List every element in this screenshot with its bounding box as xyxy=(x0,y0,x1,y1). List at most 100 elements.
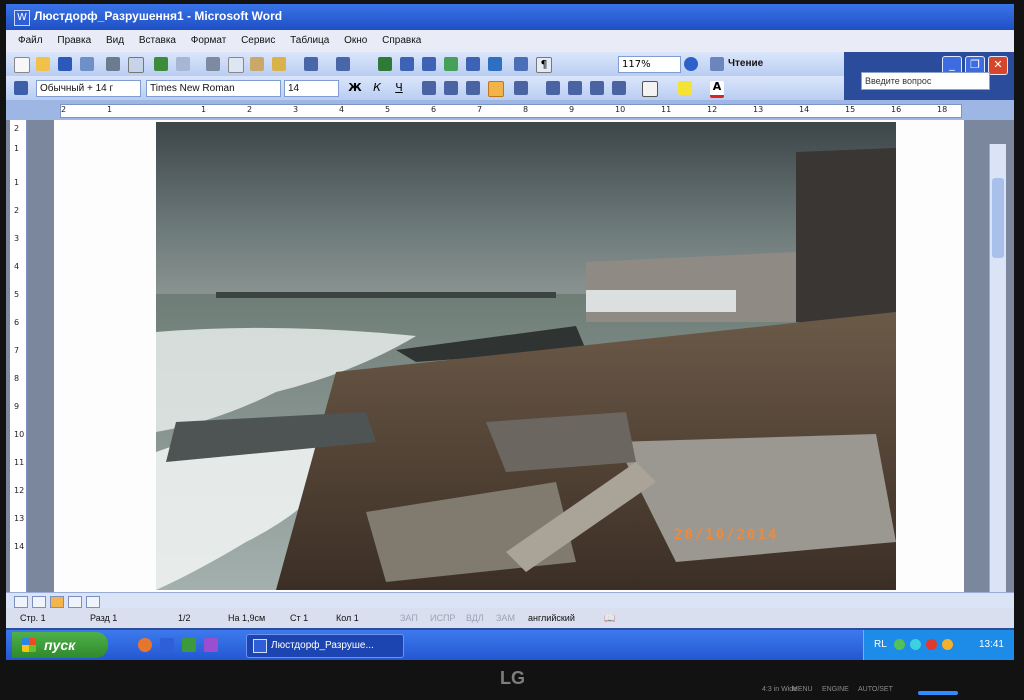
zoom-select[interactable]: 117% xyxy=(618,56,681,73)
menu-help[interactable]: Справка xyxy=(382,35,421,46)
cut-icon[interactable] xyxy=(206,57,220,71)
numbering-icon[interactable] xyxy=(546,81,560,95)
hyperlink-icon[interactable] xyxy=(378,57,392,71)
word-quicklaunch-icon[interactable] xyxy=(160,638,174,652)
font-size-select[interactable]: 14 xyxy=(284,80,339,97)
menu-insert[interactable]: Вставка xyxy=(139,35,176,46)
borders-icon[interactable] xyxy=(642,81,658,97)
bold-icon[interactable]: Ж xyxy=(348,81,362,95)
reading-view-icon[interactable] xyxy=(86,596,100,608)
ruler-number: 3 xyxy=(293,105,299,114)
columns-icon[interactable] xyxy=(466,57,480,71)
vertical-scrollbar[interactable] xyxy=(989,144,1006,592)
insert-excel-icon[interactable] xyxy=(444,57,458,71)
word-icon: W xyxy=(14,10,30,26)
volume-icon[interactable] xyxy=(910,639,921,650)
permission-icon[interactable] xyxy=(80,57,94,71)
web-layout-icon[interactable] xyxy=(32,596,46,608)
menu-format[interactable]: Формат xyxy=(191,35,227,46)
style-select[interactable]: Обычный + 14 г xyxy=(36,80,141,97)
align-right-icon[interactable] xyxy=(466,81,480,95)
menu-window[interactable]: Окно xyxy=(344,35,367,46)
spelling-icon[interactable] xyxy=(154,57,168,71)
outline-view-icon[interactable] xyxy=(68,596,82,608)
window-title: Люстдорф_Разрушення1 - Microsoft Word xyxy=(34,9,283,23)
language-indicator[interactable]: RL xyxy=(874,639,887,650)
coastal-destruction-photo xyxy=(156,122,896,590)
document-map-icon[interactable] xyxy=(514,57,528,71)
spelling-status-icon[interactable]: 📖 xyxy=(604,613,615,624)
scrollbar-thumb[interactable] xyxy=(992,178,1004,258)
menu-tools[interactable]: Сервис xyxy=(241,35,275,46)
insert-table-icon[interactable] xyxy=(422,57,436,71)
status-section: Разд 1 xyxy=(90,613,118,623)
status-ovr[interactable]: ЗАМ xyxy=(496,613,515,623)
open-folder-icon[interactable] xyxy=(36,57,50,71)
highlight-icon[interactable] xyxy=(678,81,692,95)
ruler-number: 5 xyxy=(385,105,391,114)
ruler-number: 12 xyxy=(14,486,25,495)
paste-icon[interactable] xyxy=(250,57,264,71)
close-icon[interactable]: ✕ xyxy=(988,56,1008,75)
save-icon[interactable] xyxy=(58,57,72,71)
clock[interactable]: 13:41 xyxy=(979,639,1004,650)
bezel-label: AUTO/SET xyxy=(858,686,893,693)
decrease-indent-icon[interactable] xyxy=(590,81,604,95)
redo-icon[interactable] xyxy=(336,57,350,71)
start-button[interactable]: пуск xyxy=(12,632,108,658)
formatting-toolbar: Обычный + 14 г Times New Roman 14 Ж К Ч … xyxy=(6,76,844,101)
menu-file[interactable]: Файл xyxy=(18,35,43,46)
taskbar-word-document[interactable]: Люстдорф_Разруше... xyxy=(246,634,404,658)
reading-layout-icon[interactable] xyxy=(710,57,724,71)
network-icon[interactable] xyxy=(894,639,905,650)
title-bar[interactable]: W Люстдорф_Разрушення1 - Microsoft Word xyxy=(6,4,1014,30)
copy-icon[interactable] xyxy=(228,57,244,73)
menu-table[interactable]: Таблица xyxy=(290,35,329,46)
styles-formatting-icon[interactable] xyxy=(14,81,28,95)
align-center-icon[interactable] xyxy=(444,81,458,95)
tables-borders-icon[interactable] xyxy=(400,57,414,71)
line-spacing-icon[interactable] xyxy=(514,81,528,95)
print-preview-icon[interactable] xyxy=(128,57,144,73)
vertical-ruler[interactable]: 2 1 1 2 3 4 5 6 7 8 9 10 11 12 13 14 xyxy=(10,120,27,592)
ruler-number: 4 xyxy=(14,262,20,271)
underline-icon[interactable]: Ч xyxy=(392,81,406,95)
desktop-icon[interactable] xyxy=(204,638,218,652)
new-document-icon[interactable] xyxy=(14,57,30,73)
italic-icon[interactable]: К xyxy=(370,81,384,95)
menu-edit[interactable]: Правка xyxy=(57,35,91,46)
status-language: английский xyxy=(528,613,575,623)
status-rec[interactable]: ЗАП xyxy=(400,613,418,623)
show-formatting-icon[interactable]: ¶ xyxy=(536,57,552,73)
browser-icon[interactable] xyxy=(138,638,152,652)
research-icon[interactable] xyxy=(176,57,190,71)
print-layout-icon[interactable] xyxy=(50,596,64,608)
excel-quicklaunch-icon[interactable] xyxy=(182,638,196,652)
ruler-number: 3 xyxy=(14,234,20,243)
undo-icon[interactable] xyxy=(304,57,318,71)
format-painter-icon[interactable] xyxy=(272,57,286,71)
help-icon[interactable] xyxy=(684,57,698,71)
align-left-icon[interactable] xyxy=(422,81,436,95)
print-icon[interactable] xyxy=(106,57,120,71)
font-color-icon[interactable]: A xyxy=(710,81,724,98)
embedded-photo[interactable] xyxy=(156,122,896,590)
ask-question-input[interactable]: Введите вопрос xyxy=(861,72,990,90)
bullets-icon[interactable] xyxy=(568,81,582,95)
status-trk[interactable]: ИСПР xyxy=(430,613,455,623)
antivirus-icon[interactable] xyxy=(926,639,937,650)
justify-icon[interactable] xyxy=(488,81,504,97)
font-select[interactable]: Times New Roman xyxy=(146,80,281,97)
drawing-icon[interactable] xyxy=(488,57,502,71)
horizontal-scrollbar[interactable] xyxy=(6,592,1014,609)
horizontal-ruler[interactable]: 2 1 1 2 3 4 5 6 7 8 9 10 11 12 13 14 15 … xyxy=(6,100,1014,120)
increase-indent-icon[interactable] xyxy=(612,81,626,95)
update-icon[interactable] xyxy=(942,639,953,650)
monitor: W Люстдорф_Разрушення1 - Microsoft Word … xyxy=(0,0,1024,700)
normal-view-icon[interactable] xyxy=(14,596,28,608)
bezel-label: MENU xyxy=(792,686,813,693)
menu-view[interactable]: Вид xyxy=(106,35,124,46)
reading-button[interactable]: Чтение xyxy=(728,58,763,69)
ruler-number: 1 xyxy=(107,105,113,114)
status-ext[interactable]: ВДЛ xyxy=(466,613,484,623)
